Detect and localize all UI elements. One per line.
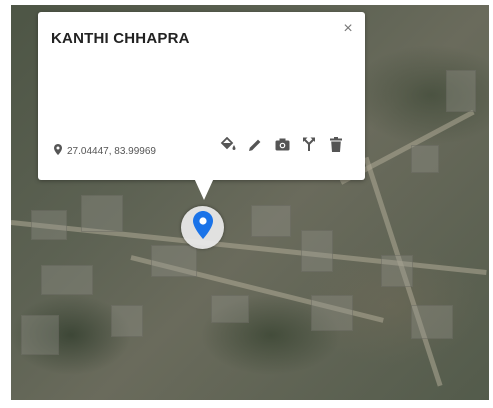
map-building xyxy=(151,245,197,277)
map-building xyxy=(31,210,67,240)
location-title: KANTHI CHHAPRA xyxy=(51,30,190,47)
map-building xyxy=(111,305,143,337)
delete-button[interactable] xyxy=(327,137,345,157)
trash-icon xyxy=(330,137,342,157)
camera-icon xyxy=(275,138,290,156)
map-building xyxy=(41,265,93,295)
style-button[interactable] xyxy=(219,136,237,157)
map-building xyxy=(301,230,333,272)
coordinates-text: 27.04447, 83.99969 xyxy=(67,145,156,157)
map-marker[interactable] xyxy=(181,206,224,249)
map-building xyxy=(411,145,439,173)
map-building xyxy=(411,305,453,339)
edit-button[interactable] xyxy=(246,138,264,156)
map-building xyxy=(311,295,353,331)
map-building xyxy=(446,70,476,112)
coordinates-row: 27.04447, 83.99969 xyxy=(54,142,156,160)
map-building xyxy=(21,315,59,355)
map-building xyxy=(251,205,291,237)
location-info-popup: KANTHI CHHAPRA × 27.04447, 83.99969 xyxy=(38,12,365,180)
directions-button[interactable] xyxy=(300,137,318,157)
close-button[interactable]: × xyxy=(341,21,355,37)
add-photo-button[interactable] xyxy=(273,138,291,156)
paint-bucket-icon xyxy=(220,136,237,157)
map-building xyxy=(211,295,249,323)
directions-icon xyxy=(303,137,315,157)
action-toolbar xyxy=(219,136,345,157)
location-pin-icon xyxy=(54,142,62,160)
map-marker-icon xyxy=(192,211,213,244)
map-building xyxy=(381,255,413,287)
popup-pointer xyxy=(194,178,214,200)
map-building xyxy=(81,195,123,232)
pencil-icon xyxy=(248,138,262,157)
